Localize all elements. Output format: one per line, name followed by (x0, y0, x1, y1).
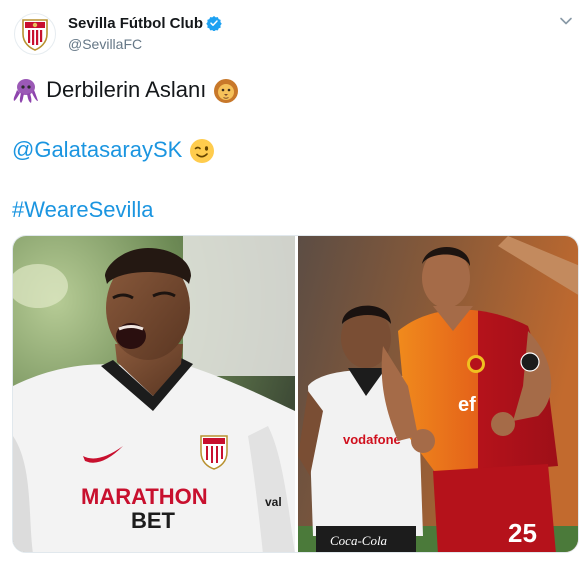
galatasaray-player-image: vodafone Coca-Cola ef 25 (298, 236, 578, 552)
sevilla-crest-icon (22, 19, 48, 51)
sevilla-player-image: MARATHON BET val (13, 236, 295, 552)
handle[interactable]: @SevillaFC (68, 36, 142, 52)
avatar[interactable] (14, 13, 56, 55)
octopus-emoji-icon (13, 79, 38, 104)
sevilla-sponsor-text: MARATHON (81, 484, 208, 509)
mention-link[interactable]: @GalatasaraySK (12, 137, 182, 162)
sevilla-sleeve-text: val (265, 495, 282, 509)
display-name-text: Sevilla Fútbol Club (68, 15, 204, 32)
sevilla-sponsor-text-2: BET (131, 508, 176, 533)
chevron-down-icon[interactable] (559, 14, 573, 28)
galatasaray-sponsor-text: ef (458, 394, 476, 416)
media-grid: MARATHON BET val vodafone Coca-Cola ef 2… (12, 235, 579, 553)
photo-sevilla-player[interactable]: MARATHON BET val (13, 236, 295, 552)
tweet-text-line: Derbilerin Aslanı (12, 76, 240, 104)
hashtag-link[interactable]: #WeareSevilla (12, 197, 153, 222)
tweet-card: Sevilla Fútbol Club @SevillaFC Derbileri… (0, 0, 582, 561)
besiktas-shorts-sponsor-text: Coca-Cola (330, 533, 388, 548)
lion-emoji-icon (214, 79, 239, 104)
verified-badge-icon (206, 16, 222, 31)
tweet-text: Derbilerin Aslanı (46, 77, 207, 102)
display-name[interactable]: Sevilla Fútbol Club (68, 15, 222, 32)
player-number-text: 25 (508, 518, 537, 548)
mention-line: @GalatasaraySK (12, 136, 216, 164)
besiktas-sponsor-text: vodafone (343, 432, 401, 447)
photo-galatasaray-player[interactable]: vodafone Coca-Cola ef 25 (298, 236, 578, 552)
hashtag-line: #WeareSevilla (12, 196, 153, 224)
winking-face-emoji-icon (190, 139, 215, 164)
